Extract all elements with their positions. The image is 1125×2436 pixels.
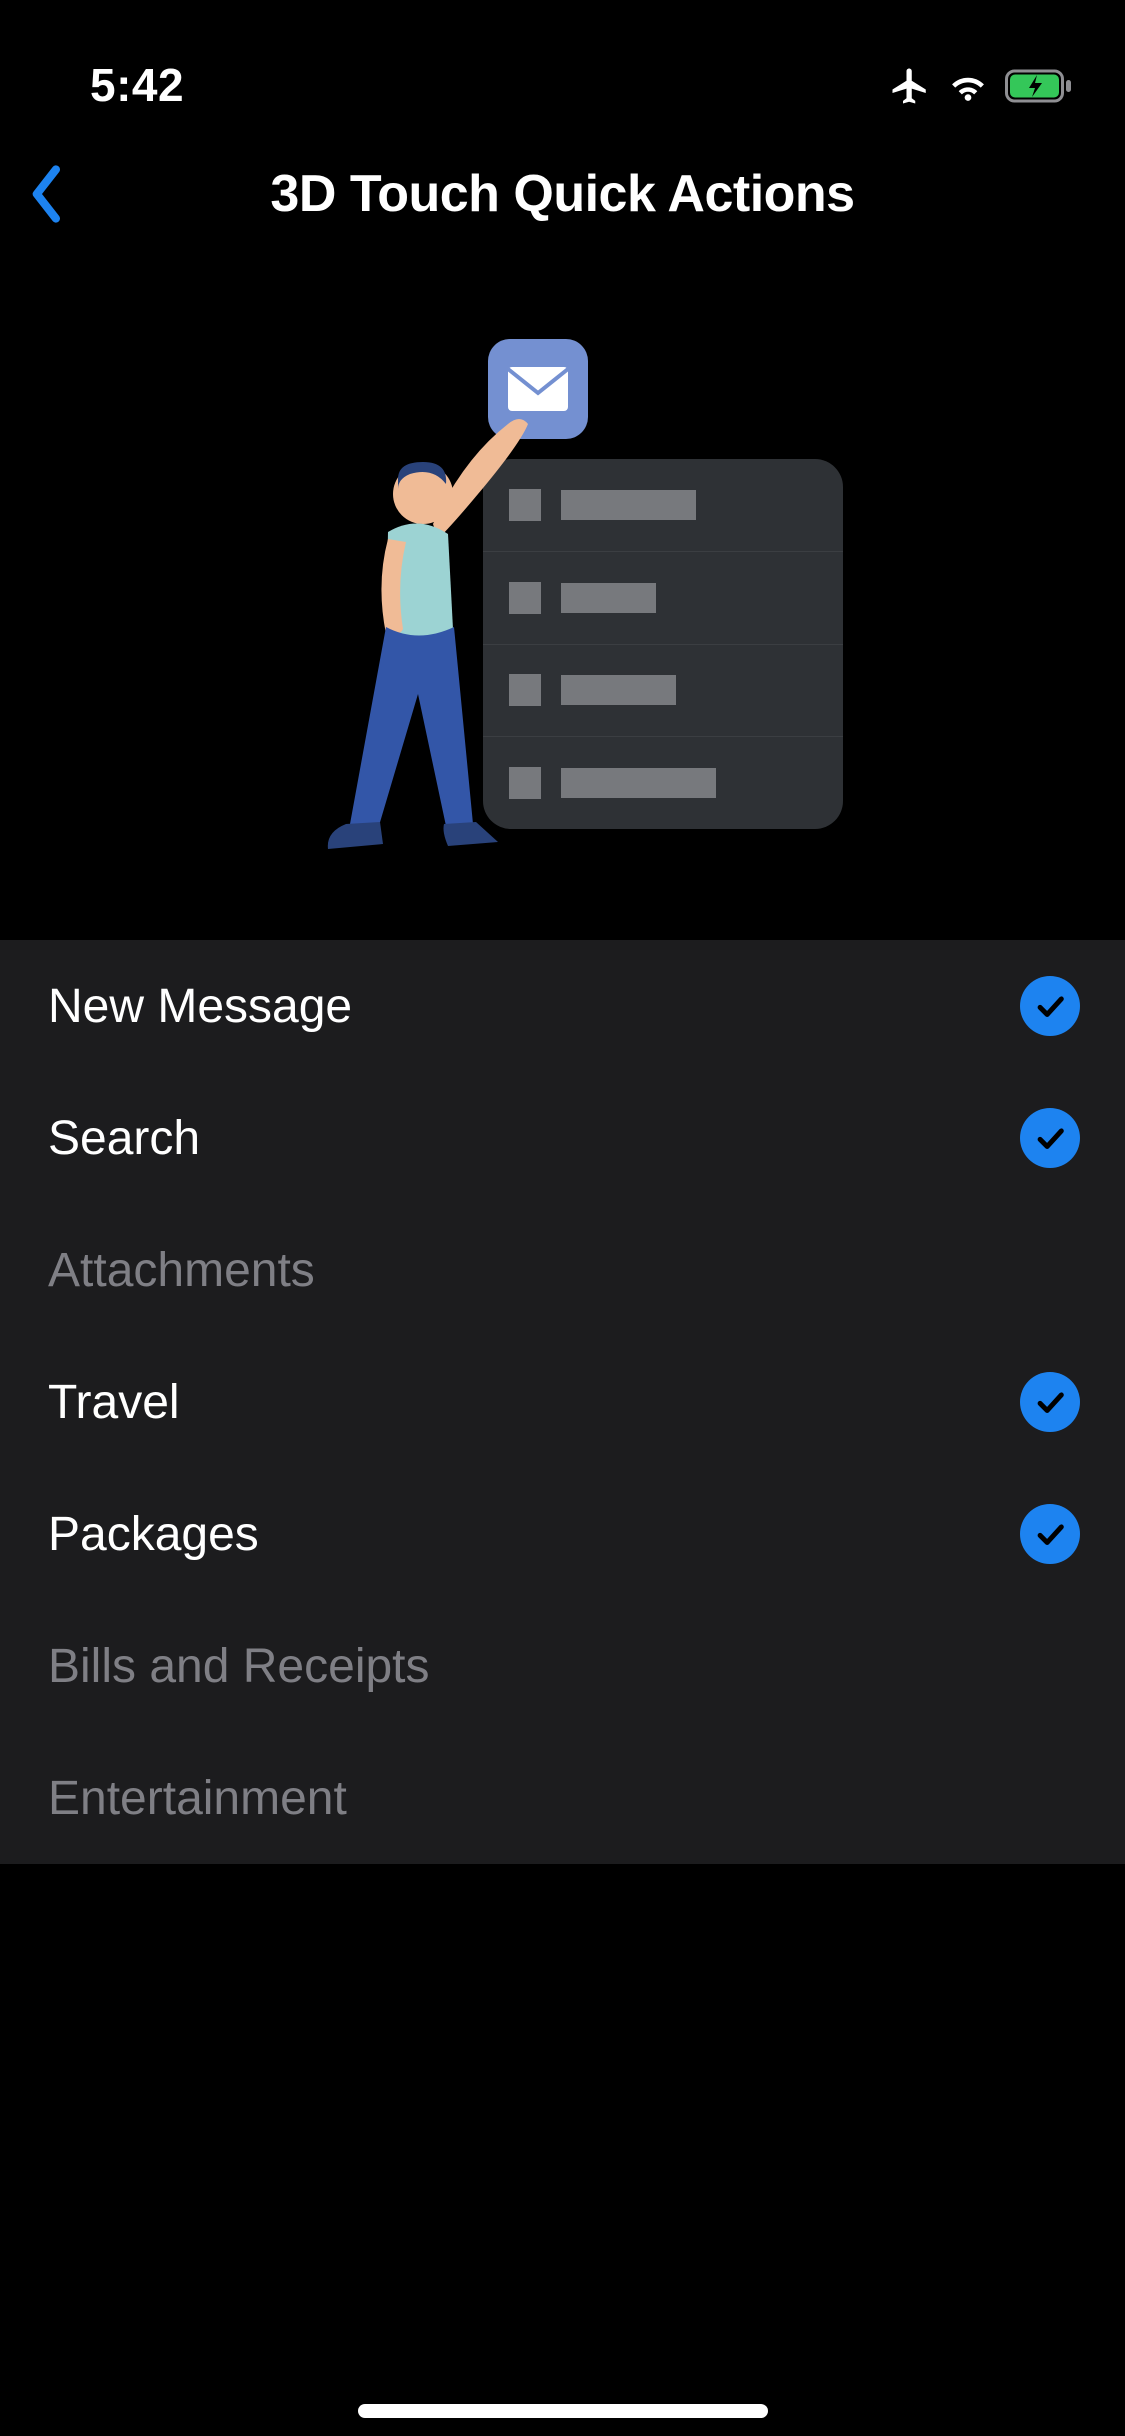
option-label: Packages [48,1507,259,1562]
option-row-travel[interactable]: Travel [0,1336,1125,1468]
illustration-person [268,384,568,864]
option-row-packages[interactable]: Packages [0,1468,1125,1600]
option-label: Attachments [48,1243,315,1298]
status-time: 5:42 [45,58,184,112]
option-row-new-message[interactable]: New Message [0,940,1125,1072]
option-label: Travel [48,1375,180,1430]
option-row-attachments[interactable]: Attachments [0,1204,1125,1336]
checkmark-icon [1020,1504,1080,1564]
checkmark-icon [1020,1108,1080,1168]
option-row-search[interactable]: Search [0,1072,1125,1204]
option-label: New Message [48,979,352,1034]
chevron-left-icon [28,164,62,224]
nav-bar: 3D Touch Quick Actions [0,130,1125,258]
airplane-icon [889,65,931,112]
option-label: Search [48,1111,200,1166]
status-icons [889,65,1080,112]
options-list: New Message Search Attachments Travel Pa… [0,940,1125,1864]
option-row-bills-receipts[interactable]: Bills and Receipts [0,1600,1125,1732]
option-row-entertainment[interactable]: Entertainment [0,1732,1125,1864]
wifi-icon [947,67,989,110]
illustration-holder [273,339,853,859]
checkmark-icon [1020,1372,1080,1432]
home-indicator[interactable] [358,2404,768,2418]
option-label: Entertainment [48,1771,347,1826]
checkmark-icon [1020,976,1080,1036]
status-bar: 5:42 [0,0,1125,130]
page-title: 3D Touch Quick Actions [20,164,1105,224]
back-button[interactable] [20,154,70,234]
illustration-section [0,258,1125,940]
option-label: Bills and Receipts [48,1639,430,1694]
battery-charging-icon [1005,69,1075,108]
